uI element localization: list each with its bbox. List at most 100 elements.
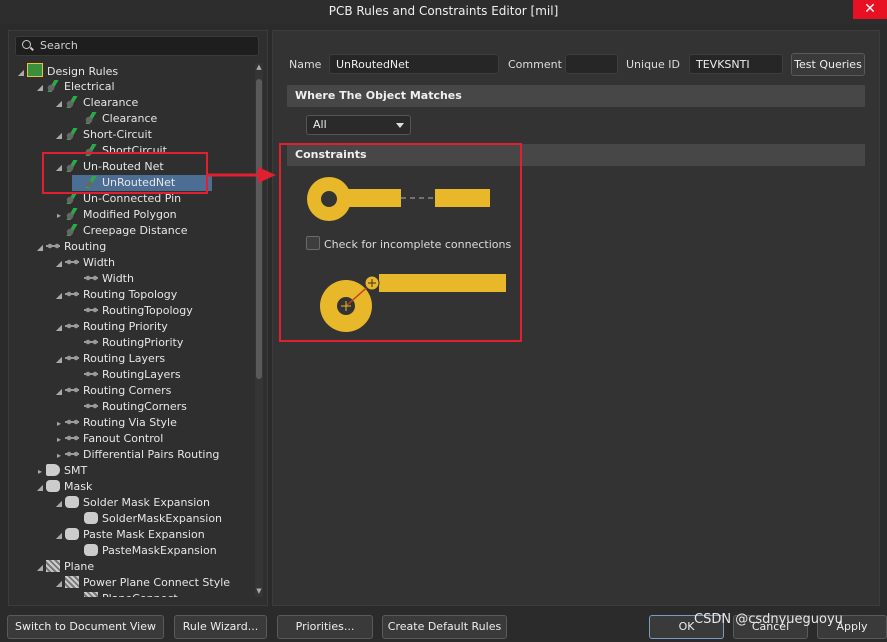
collapse-arrow-icon[interactable]: ◢ [53, 352, 65, 368]
tree-item[interactable]: ◢ Mask [34, 479, 92, 495]
expand-arrow-icon[interactable]: ▸ [53, 432, 65, 448]
tree-item[interactable]: ◢ Routing Corners [53, 383, 171, 399]
collapse-arrow-icon[interactable]: ◢ [53, 384, 65, 400]
smt-rule-icon [46, 464, 60, 476]
search-input[interactable]: Search [15, 36, 259, 56]
tree-scrollbar[interactable]: ▲ ▼ [255, 63, 263, 597]
scroll-down-icon[interactable]: ▼ [255, 587, 263, 597]
test-queries-button[interactable]: Test Queries [791, 53, 865, 76]
tree-item[interactable]: PasteMaskExpansion [72, 543, 217, 559]
collapse-arrow-icon[interactable]: ◢ [34, 560, 46, 576]
electrical-rule-icon [84, 112, 98, 124]
electrical-rule-icon [65, 128, 79, 140]
comment-field[interactable] [565, 54, 618, 74]
rule-wizard-button[interactable]: Rule Wizard... [174, 615, 267, 639]
collapse-arrow-icon[interactable]: ◢ [53, 96, 65, 112]
search-placeholder: Search [40, 39, 78, 52]
name-field[interactable]: UnRoutedNet [329, 54, 499, 74]
rules-tree: ◢ Design Rules ◢ Electrical ◢ Clearance Cleara… [15, 63, 253, 597]
tree-item[interactable]: ◢ Electrical [34, 79, 115, 95]
routing-rule-icon [84, 304, 98, 316]
tree-item-label: Routing Corners [83, 384, 172, 397]
routing-rule-icon [65, 320, 79, 332]
expand-arrow-icon[interactable]: ▸ [53, 416, 65, 432]
tree-item[interactable]: ◢ Paste Mask Expansion [53, 527, 205, 543]
collapse-arrow-icon[interactable]: ◢ [53, 256, 65, 272]
watermark-text: CSDN @csdnyueguoyu [694, 612, 843, 627]
tree-item-label: Modified Polygon [83, 208, 177, 221]
scope-dropdown[interactable]: All [306, 115, 411, 135]
tree-item-label: Paste Mask Expansion [83, 528, 205, 541]
window-title: PCB Rules and Constraints Editor [mil] [328, 4, 559, 18]
rules-icon [27, 63, 43, 77]
tree-item[interactable]: ◢ Power Plane Connect Style [53, 575, 230, 591]
tree-item-label: Plane [64, 560, 95, 573]
tree-item[interactable]: ◢ Clearance [53, 95, 138, 111]
scrollbar-thumb[interactable] [256, 79, 262, 379]
expand-arrow-icon[interactable]: ▸ [53, 208, 65, 224]
tree-item[interactable]: ▸ Fanout Control [53, 431, 163, 447]
collapse-arrow-icon[interactable]: ◢ [53, 576, 65, 592]
tree-item[interactable]: ◢ Width [53, 255, 115, 271]
collapse-arrow-icon[interactable]: ◢ [34, 480, 46, 496]
routing-rule-icon [65, 352, 79, 364]
collapse-arrow-icon[interactable]: ◢ [34, 80, 46, 96]
collapse-arrow-icon[interactable]: ◢ [53, 288, 65, 304]
expand-arrow-icon[interactable]: ▸ [34, 464, 46, 480]
routing-rule-icon [65, 432, 79, 444]
tree-item[interactable]: RoutingLayers [72, 367, 181, 383]
expand-arrow-icon[interactable]: ▸ [53, 448, 65, 464]
switch-to-document-view-button[interactable]: Switch to Document View [7, 615, 164, 639]
plane-rule-icon [46, 560, 60, 572]
collapse-arrow-icon[interactable]: ◢ [53, 320, 65, 336]
routing-rule-icon [65, 384, 79, 396]
tree-item[interactable]: ▸ Differential Pairs Routing [53, 447, 219, 463]
routing-rule-icon [84, 272, 98, 284]
tree-item[interactable]: ◢ Solder Mask Expansion [53, 495, 210, 511]
tree-item-label: SolderMaskExpansion [102, 512, 223, 525]
tree-item-label: RoutingLayers [102, 368, 181, 381]
tree-item-label: Power Plane Connect Style [83, 576, 231, 589]
electrical-rule-icon [65, 224, 79, 236]
tree-item[interactable]: ◢ Routing Layers [53, 351, 165, 367]
collapse-arrow-icon[interactable]: ◢ [53, 528, 65, 544]
tree-highlight-box [42, 152, 208, 194]
tree-item[interactable]: RoutingTopology [72, 303, 193, 319]
tree-item[interactable]: PlaneConnect [72, 591, 178, 597]
name-label: Name [289, 58, 322, 71]
tree-item[interactable]: ◢ Routing [34, 239, 106, 255]
tree-item-label: Mask [64, 480, 93, 493]
tree-item[interactable]: Width [72, 271, 134, 287]
scroll-up-icon[interactable]: ▲ [255, 63, 263, 73]
create-default-rules-button[interactable]: Create Default Rules [382, 615, 507, 639]
tree-item[interactable]: Creepage Distance [53, 223, 188, 239]
tree-item[interactable]: ◢ Plane [34, 559, 94, 575]
tree-item[interactable]: ◢ Routing Topology [53, 287, 177, 303]
tree-item[interactable]: ◢ Routing Priority [53, 319, 168, 335]
tree-item[interactable]: SolderMaskExpansion [72, 511, 222, 527]
mask-rule-icon [84, 512, 98, 524]
collapse-arrow-icon[interactable]: ◢ [34, 240, 46, 256]
tree-item-label: Routing Layers [83, 352, 166, 365]
tree-item[interactable]: ◢ Design Rules [15, 63, 118, 79]
tree-item[interactable]: RoutingCorners [72, 399, 187, 415]
tree-item[interactable]: RoutingPriority [72, 335, 183, 351]
close-icon[interactable]: ✕ [853, 0, 887, 19]
tree-item[interactable]: ▸ Routing Via Style [53, 415, 177, 431]
priorities-button[interactable]: Priorities... [277, 615, 373, 639]
routing-rule-icon [65, 256, 79, 268]
unique-id-field[interactable]: TEVKSNTI [689, 54, 783, 74]
tree-item[interactable]: ▸ SMT [34, 463, 87, 479]
tree-item-label: Width [102, 272, 134, 285]
where-section-header: Where The Object Matches [287, 85, 865, 107]
collapse-arrow-icon[interactable]: ◢ [53, 496, 65, 512]
arrow-right-icon [206, 167, 276, 183]
routing-rule-icon [65, 288, 79, 300]
collapse-arrow-icon[interactable]: ◢ [15, 65, 27, 81]
tree-item[interactable]: Clearance [72, 111, 157, 127]
tree-item-label: Routing Via Style [83, 416, 177, 429]
tree-item[interactable]: ◢ Short-Circuit [53, 127, 152, 143]
tree-item[interactable]: ▸ Modified Polygon [53, 207, 177, 223]
routing-rule-icon [84, 368, 98, 380]
collapse-arrow-icon[interactable]: ◢ [53, 128, 65, 144]
